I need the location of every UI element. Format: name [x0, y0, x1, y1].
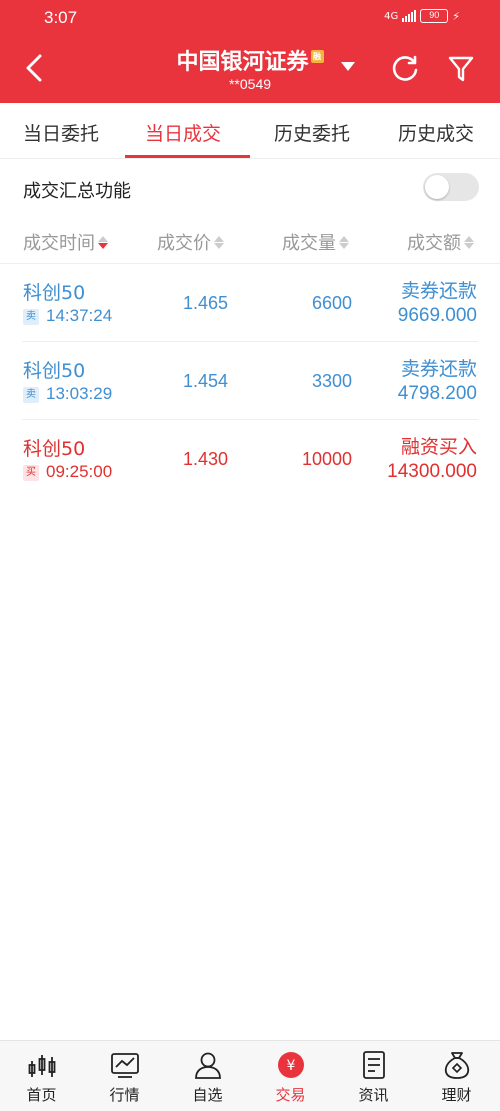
trade-type: 融资买入	[400, 436, 477, 458]
nav-trade-label: 交易	[275, 1086, 306, 1104]
document-icon	[363, 1051, 385, 1079]
col-quantity-label: 成交量	[282, 233, 336, 254]
svg-text:¥: ¥	[287, 1058, 296, 1074]
money-bag-icon	[444, 1052, 470, 1079]
account-dropdown-icon[interactable]	[340, 60, 356, 72]
summary-row: 成交汇总功能	[0, 160, 500, 215]
tab-history-trades[interactable]: 历史成交	[398, 119, 474, 146]
tab-today-orders[interactable]: 当日委托	[23, 119, 99, 146]
table-row[interactable]: 科创50 卖 13:03:29 1.454 3300 卖券还款 4798.200	[0, 342, 500, 420]
nav-wealth-label: 理财	[441, 1086, 472, 1104]
col-trade-time[interactable]: 成交时间	[23, 229, 108, 255]
col-trade-time-label: 成交时间	[23, 233, 95, 254]
trade-time: 13:03:29	[46, 384, 113, 403]
trade-time: 09:25:00	[46, 462, 113, 481]
account-number: **0549	[228, 76, 272, 92]
nav-market[interactable]: 行情	[83, 1041, 166, 1111]
col-amount-label: 成交额	[407, 233, 461, 254]
security-name: 科创50	[23, 282, 86, 304]
network-label: 4G	[384, 10, 399, 22]
toggle-knob	[425, 175, 449, 199]
trade-amount: 9669.000	[397, 305, 477, 326]
user-icon	[195, 1052, 221, 1079]
trade-quantity: 6600	[311, 293, 352, 313]
signal-icon	[402, 10, 417, 22]
charging-icon: ⚡	[452, 9, 460, 23]
trade-time: 14:37:24	[46, 306, 113, 325]
status-time: 3:07	[44, 8, 78, 27]
side-badge: 买	[23, 465, 39, 481]
trade-quantity: 3300	[311, 371, 352, 391]
trade-price: 1.454	[182, 371, 228, 391]
col-amount[interactable]: 成交额	[407, 229, 474, 255]
sort-icon	[214, 235, 224, 249]
header-bar: 3:07 4G 90 ⚡ 中国银河证券融 **0549	[0, 0, 500, 103]
broker-name: 中国银河证券	[176, 50, 309, 75]
side-badge: 卖	[23, 387, 39, 403]
nav-watchlist[interactable]: 自选	[166, 1041, 249, 1111]
battery-icon: 90	[420, 9, 449, 23]
trade-type: 卖券还款	[400, 280, 477, 302]
sort-icon	[339, 235, 349, 249]
side-badge: 卖	[23, 309, 39, 325]
table-row[interactable]: 科创50 买 09:25:00 1.430 10000 融资买入 14300.0…	[0, 420, 500, 498]
filter-icon[interactable]	[447, 54, 475, 84]
nav-news-label: 资讯	[358, 1086, 389, 1104]
margin-badge: 融	[310, 50, 324, 63]
sort-icon	[464, 235, 474, 249]
summary-label: 成交汇总功能	[23, 181, 131, 202]
trade-price: 1.465	[182, 293, 228, 313]
bottom-nav: 首页 行情 自选 ¥ 交易 资讯 理财	[0, 1040, 500, 1111]
summary-toggle[interactable]	[423, 173, 479, 201]
status-icons: 4G 90 ⚡	[384, 9, 460, 23]
active-tab-indicator	[125, 155, 250, 158]
table-row[interactable]: 科创50 卖 14:37:24 1.465 6600 卖券还款 9669.000	[0, 264, 500, 342]
security-name: 科创50	[23, 360, 86, 382]
trade-price: 1.430	[182, 449, 228, 469]
trade-quantity: 10000	[301, 449, 352, 469]
refresh-icon[interactable]	[390, 54, 420, 84]
col-price-label: 成交价	[157, 233, 211, 254]
nav-wealth[interactable]: 理财	[415, 1041, 498, 1111]
nav-home-label: 首页	[26, 1086, 57, 1104]
col-quantity[interactable]: 成交量	[282, 229, 349, 255]
tab-history-orders[interactable]: 历史委托	[274, 119, 350, 146]
col-price[interactable]: 成交价	[157, 229, 224, 255]
trade-type: 卖券还款	[400, 358, 477, 380]
nav-market-label: 行情	[109, 1086, 140, 1104]
candlestick-icon	[28, 1055, 56, 1077]
security-name: 科创50	[23, 438, 86, 460]
nav-home[interactable]: 首页	[0, 1041, 83, 1111]
chart-monitor-icon	[111, 1053, 139, 1078]
tab-today-trades[interactable]: 当日成交	[145, 119, 221, 146]
sort-desc-icon	[98, 235, 108, 249]
yuan-coin-icon: ¥	[278, 1052, 304, 1078]
trade-amount: 4798.200	[397, 383, 477, 404]
broker-title[interactable]: 中国银河证券融	[0, 44, 500, 76]
order-tabs: 当日委托 当日成交 历史委托 历史成交	[0, 103, 500, 159]
trade-amount: 14300.000	[387, 461, 477, 482]
nav-news[interactable]: 资讯	[332, 1041, 415, 1111]
nav-trade[interactable]: ¥ 交易	[249, 1041, 332, 1111]
nav-watchlist-label: 自选	[192, 1086, 223, 1104]
